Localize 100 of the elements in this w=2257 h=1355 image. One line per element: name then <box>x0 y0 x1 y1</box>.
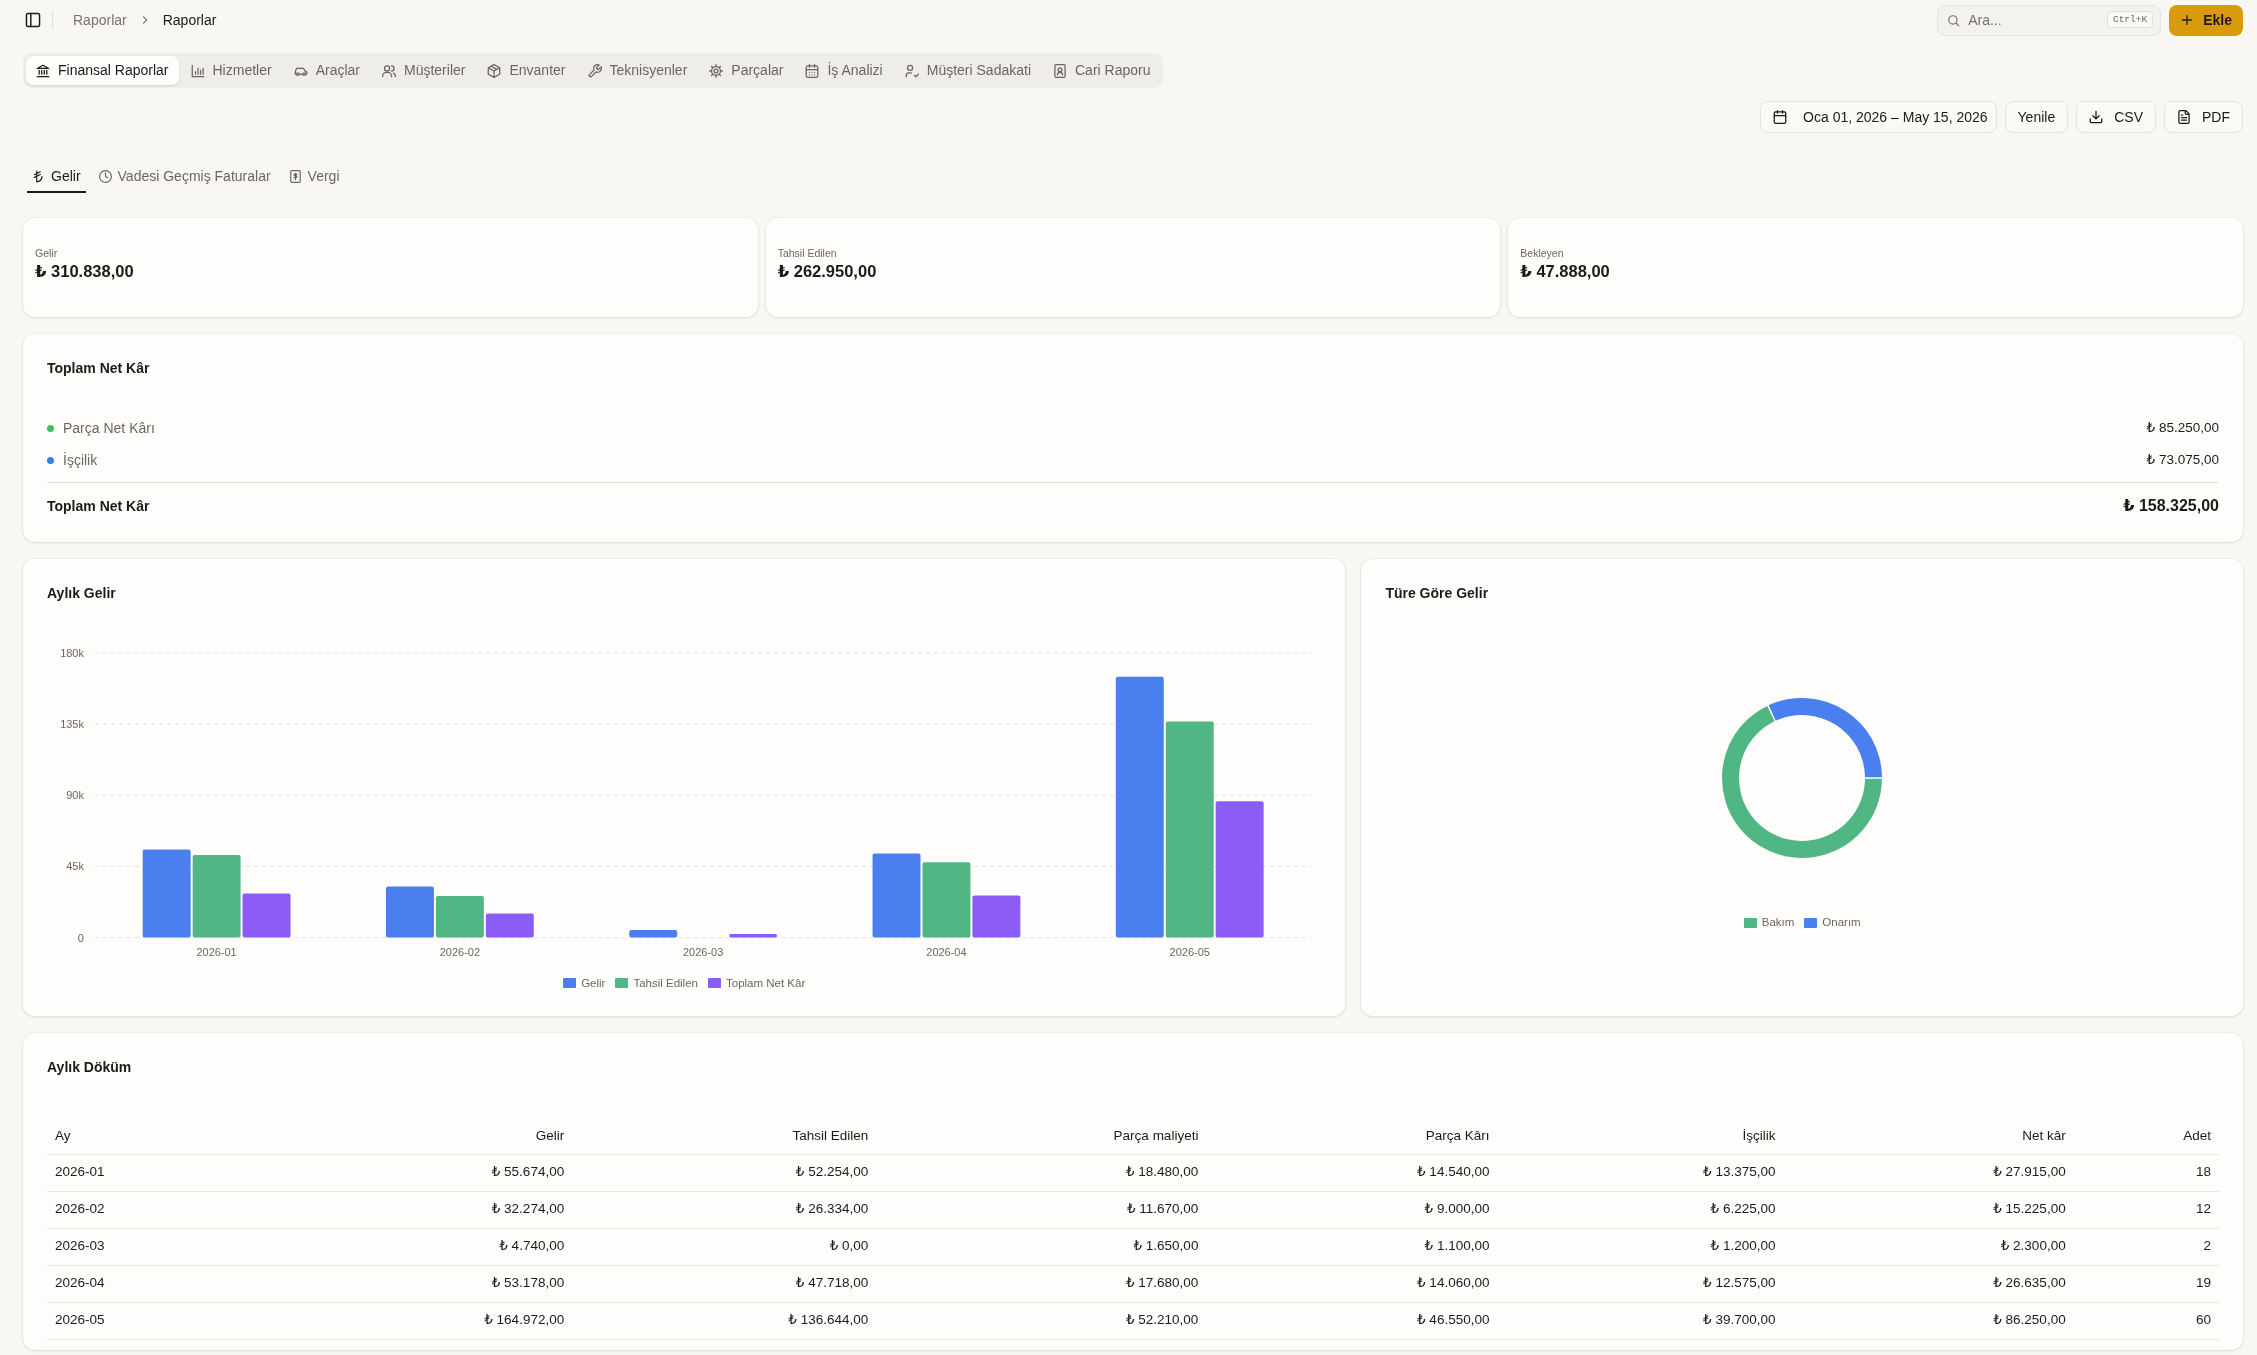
add-button[interactable]: Ekle <box>2169 4 2243 36</box>
column-header: Adet <box>2073 1118 2219 1154</box>
gear-icon <box>709 63 724 78</box>
pdf-button[interactable]: PDF <box>2164 101 2243 133</box>
download-icon <box>2089 110 2104 124</box>
table-cell: ₺ 1.100,00 <box>1206 1228 1498 1265</box>
card-title: Aylık Döküm <box>47 1058 133 1076</box>
breakdown-label: İşçilik <box>63 450 98 470</box>
table-cell: 18 <box>2073 1154 2219 1191</box>
stat-value: ₺ 262.950,00 <box>777 260 878 282</box>
table-cell: ₺ 26.334,00 <box>572 1191 877 1228</box>
bar <box>386 886 434 938</box>
search-icon <box>1947 13 1961 27</box>
table-cell: ₺ 1.200,00 <box>1497 1228 1784 1265</box>
clock-icon <box>98 169 112 183</box>
report-tab[interactable]: Hizmetler <box>180 56 282 85</box>
bank-icon <box>36 63 50 78</box>
table-cell: ₺ 14.540,00 <box>1206 1154 1498 1191</box>
legend-label: Toplam Net Kâr <box>726 975 806 991</box>
table-cell: ₺ 27.915,00 <box>1783 1154 2074 1191</box>
axis-label: 2026-02 <box>439 945 480 958</box>
legend-label: Onarım <box>1822 915 1861 930</box>
table-cell: ₺ 52.254,00 <box>572 1154 877 1191</box>
axis-label: 0 <box>77 931 84 944</box>
breakdown-value: ₺ 85.250,00 <box>2146 418 2219 437</box>
table-cell: ₺ 47.718,00 <box>572 1265 877 1302</box>
legend-label: Tahsil Edilen <box>633 975 698 991</box>
bar-chart-icon <box>190 63 205 78</box>
breakdown-value: ₺ 73.075,00 <box>2146 450 2219 469</box>
table-cell: ₺ 46.550,00 <box>1206 1302 1498 1339</box>
report-tab[interactable]: İş Analizi <box>795 56 893 85</box>
wrench-icon <box>587 63 602 78</box>
calendar-icon <box>1773 110 1788 124</box>
table-cell: ₺ 17.680,00 <box>876 1265 1207 1302</box>
section-tab[interactable]: Vadesi Geçmiş Faturalar <box>93 161 276 193</box>
csv-button[interactable]: CSV <box>2076 101 2156 133</box>
section-tab[interactable]: Gelir <box>27 161 86 193</box>
legend-label: Gelir <box>581 975 606 991</box>
table-cell: ₺ 86.250,00 <box>1783 1302 2074 1339</box>
report-tab[interactable]: Müşteriler <box>372 56 476 85</box>
report-tab[interactable]: Cari Raporu <box>1043 56 1161 85</box>
users-icon <box>382 63 396 78</box>
axis-label: 90k <box>66 789 84 802</box>
report-tab[interactable]: Finansal Raporlar <box>26 56 179 85</box>
breadcrumb-current: Raporlar <box>162 10 217 30</box>
table-cell: ₺ 53.178,00 <box>250 1265 573 1302</box>
table-cell: 2026-02 <box>47 1191 251 1228</box>
table-cell: 2026-04 <box>47 1265 251 1302</box>
table-cell: ₺ 13.375,00 <box>1497 1154 1784 1191</box>
table-cell: ₺ 6.225,00 <box>1497 1191 1784 1228</box>
calendar-icon <box>805 63 820 78</box>
column-header: İşçilik <box>1497 1118 1784 1154</box>
table-cell: ₺ 136.644,00 <box>572 1302 877 1339</box>
contact-card-icon <box>1053 63 1067 78</box>
box-icon <box>487 63 502 78</box>
date-range-button[interactable]: Oca 01, 2026 – May 15, 2026 <box>1760 101 1997 133</box>
axis-label: 45k <box>66 860 84 873</box>
report-tab[interactable]: Araçlar <box>283 56 370 85</box>
table-cell: ₺ 164.972,00 <box>250 1302 573 1339</box>
breakdown-label: Parça Net Kârı <box>63 418 155 438</box>
report-tab[interactable]: Teknisyenler <box>577 56 698 85</box>
column-header: Gelir <box>250 1118 573 1154</box>
refresh-button[interactable]: Yenile <box>2004 101 2069 133</box>
column-header: Parça maliyeti <box>876 1118 1207 1154</box>
card-title: Aylık Gelir <box>47 584 117 602</box>
dollar-document-icon <box>288 169 302 183</box>
table-cell: ₺ 0,00 <box>572 1228 877 1265</box>
stat-label: Tahsil Edilen <box>777 246 838 261</box>
card-title: Toplam Net Kâr <box>47 359 151 377</box>
report-tab[interactable]: Envanter <box>477 56 576 85</box>
stat-label: Gelir <box>35 246 59 261</box>
table-cell: 2026-03 <box>47 1228 251 1265</box>
table-cell: ₺ 2.300,00 <box>1783 1228 2074 1265</box>
total-label: Toplam Net Kâr <box>47 497 150 515</box>
stat-label: Bekleyen <box>1520 246 1565 261</box>
report-tab[interactable]: Parçalar <box>699 56 794 85</box>
axis-label: 180k <box>60 647 84 659</box>
axis-label: 2026-04 <box>926 945 967 958</box>
plus-icon <box>2180 13 2195 27</box>
user-check-icon <box>904 63 919 78</box>
column-header: Net kâr <box>1783 1118 2074 1154</box>
column-header: Parça Kârı <box>1206 1118 1498 1154</box>
breadcrumb-link[interactable]: Raporlar <box>73 9 127 31</box>
table-cell: ₺ 14.060,00 <box>1206 1265 1498 1302</box>
column-header: Tahsil Edilen <box>572 1118 877 1154</box>
sidebar-toggle-icon[interactable] <box>25 12 41 28</box>
document-icon <box>2177 110 2191 124</box>
table-cell: 60 <box>2073 1302 2219 1339</box>
report-tab[interactable]: Müşteri Sadakati <box>894 56 1041 85</box>
card-title: Türe Göre Gelir <box>1385 584 1490 602</box>
lira-icon <box>32 169 45 183</box>
table-cell: ₺ 18.480,00 <box>876 1154 1207 1191</box>
axis-label: 135k <box>60 718 84 731</box>
bar <box>729 933 778 938</box>
axis-label: 2026-05 <box>1169 945 1210 958</box>
stat-value: ₺ 310.838,00 <box>35 260 135 282</box>
table-cell: ₺ 32.274,00 <box>250 1191 573 1228</box>
column-header: Ay <box>47 1118 251 1154</box>
table-cell: 2 <box>2073 1228 2219 1265</box>
section-tab[interactable]: Vergi <box>283 161 345 193</box>
